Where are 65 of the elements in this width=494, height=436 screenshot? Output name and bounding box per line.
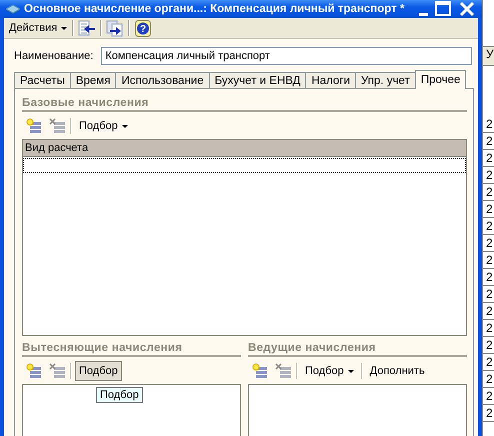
table-cell: 2 bbox=[483, 354, 494, 371]
table-cell: 2 bbox=[483, 337, 494, 354]
delete-row-icon bbox=[49, 118, 65, 134]
add-row-icon bbox=[26, 363, 42, 379]
delete-button[interactable] bbox=[273, 362, 293, 380]
add-row-icon bbox=[26, 118, 42, 134]
pick-menu-button[interactable]: Подбор bbox=[301, 361, 358, 381]
column-header[interactable]: Вид расчета bbox=[23, 140, 466, 157]
table-cell: 2 bbox=[483, 218, 494, 235]
table-cell: 2 bbox=[483, 201, 494, 218]
toolbar-button[interactable]: Подбор bbox=[75, 361, 122, 381]
document-arrow-icon bbox=[78, 20, 96, 36]
close-icon bbox=[458, 0, 476, 18]
caret-icon bbox=[122, 124, 128, 128]
table-cell: 2 bbox=[483, 184, 494, 201]
tab[interactable]: Расчеты bbox=[14, 72, 71, 88]
table-cell: 2 bbox=[483, 167, 494, 184]
table-cell: 2 bbox=[483, 252, 494, 269]
delete-button[interactable] bbox=[47, 117, 67, 135]
table-cell: 2 bbox=[483, 269, 494, 286]
table-cell: 2 bbox=[483, 235, 494, 252]
tab[interactable]: Бухучет и ЕНВД bbox=[208, 72, 306, 88]
maximize-icon bbox=[434, 0, 452, 18]
swap-icon[interactable] bbox=[105, 18, 126, 38]
caret-icon bbox=[61, 26, 68, 30]
tab[interactable]: Прочее bbox=[414, 70, 466, 89]
table-cell: 2 bbox=[483, 150, 494, 167]
section-title: Базовые начисления bbox=[22, 97, 467, 112]
table-cell: 2 bbox=[483, 286, 494, 303]
section-title: Ведущие начисления bbox=[248, 342, 467, 357]
help-button[interactable]: ? bbox=[133, 18, 154, 38]
add-button[interactable] bbox=[24, 362, 44, 380]
table-cell: 2 bbox=[483, 388, 494, 405]
add-row-icon bbox=[252, 363, 268, 379]
tooltip: Подбор bbox=[96, 387, 143, 403]
help-mark: ? bbox=[140, 24, 146, 34]
delete-row-icon bbox=[275, 363, 291, 379]
column-header: У bbox=[483, 46, 494, 66]
caret-icon bbox=[348, 370, 354, 372]
add-button[interactable] bbox=[24, 117, 44, 135]
name-field[interactable]: Компенсация личный транспорт bbox=[101, 47, 472, 65]
table-cell: 2 bbox=[483, 116, 494, 133]
tab[interactable]: Налоги bbox=[305, 72, 356, 88]
table-cell: 2 bbox=[483, 371, 494, 388]
tab[interactable]: Использование bbox=[115, 72, 210, 88]
minimize-icon bbox=[419, 12, 428, 16]
pages-arrow-icon bbox=[106, 20, 124, 36]
add-button[interactable] bbox=[250, 362, 270, 380]
app-icon bbox=[6, 4, 20, 14]
pick-menu-button[interactable]: Подбор bbox=[75, 116, 132, 136]
section-title: Вытесняющие начисления bbox=[22, 342, 241, 357]
focused-row[interactable] bbox=[23, 158, 466, 173]
tab[interactable]: Время bbox=[70, 72, 116, 88]
toolbar-button[interactable]: Дополнить bbox=[366, 361, 429, 381]
delete-row-icon bbox=[49, 363, 65, 379]
table-cell: 2 bbox=[483, 303, 494, 320]
table-cell: 2 bbox=[483, 133, 494, 150]
window-title: Основное начисление органи...: Компенсация личный транспорт * bbox=[24, 3, 406, 15]
table-cell: 2 bbox=[483, 405, 494, 422]
name-label: Наименование: bbox=[14, 50, 94, 62]
tab[interactable]: Упр. учет bbox=[355, 72, 416, 88]
delete-button[interactable] bbox=[47, 362, 67, 380]
actions-menu[interactable]: Действия bbox=[7, 21, 70, 35]
back-arrow-icon[interactable] bbox=[77, 18, 98, 38]
table-cell: 2 bbox=[483, 320, 494, 337]
